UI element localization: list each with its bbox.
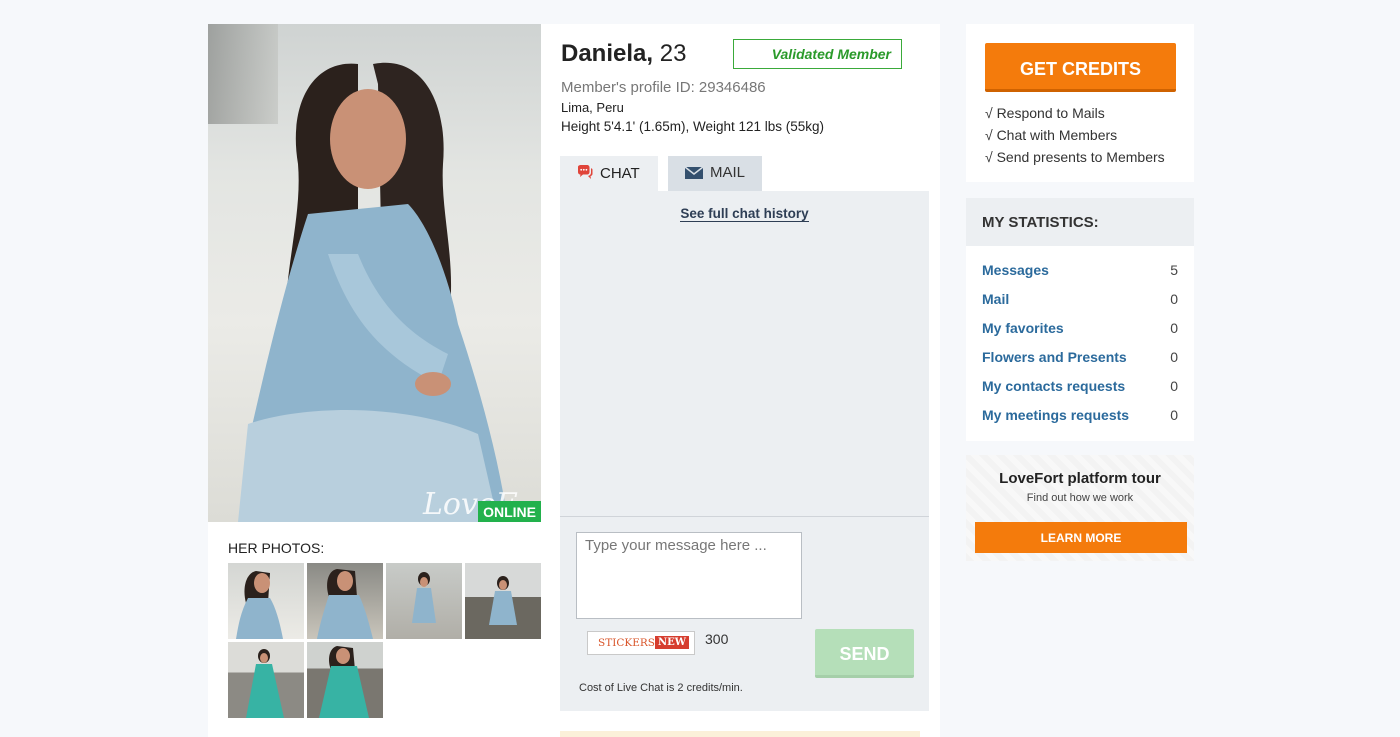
chat-cost-note: Cost of Live Chat is 2 credits/min. [579, 682, 743, 694]
stat-row-messages[interactable]: Messages 5 [982, 262, 1178, 278]
new-badge: NEW [655, 636, 689, 649]
stat-label[interactable]: Flowers and Presents [982, 349, 1127, 365]
stat-row-mail[interactable]: Mail 0 [982, 291, 1178, 307]
profile-name: Daniela, [561, 40, 654, 67]
photo-thumbnail[interactable] [228, 563, 304, 639]
stat-value: 5 [1170, 262, 1178, 278]
stat-value: 0 [1170, 320, 1178, 336]
tour-title: LoveFort platform tour [999, 470, 1161, 487]
photo-thumbnail[interactable] [228, 642, 304, 718]
photo-thumbnail[interactable] [465, 563, 541, 639]
see-full-chat-history-link[interactable]: See full chat history [680, 206, 809, 222]
stat-value: 0 [1170, 349, 1178, 365]
chat-history-link-row: See full chat history [560, 206, 929, 222]
profile-chat-column: Daniela, 23 Validated Member Member's pr… [541, 24, 940, 737]
chat-bubble-icon [578, 165, 593, 179]
benefit-item: √ Chat with Members [985, 127, 1118, 143]
stat-label[interactable]: My meetings requests [982, 407, 1129, 423]
stat-value: 0 [1170, 291, 1178, 307]
chat-panel: See full chat history STICKERS NEW 300 S… [560, 191, 929, 711]
character-counter: 300 [705, 631, 729, 647]
stat-value: 0 [1170, 378, 1178, 394]
stickers-label: STICKERS [598, 637, 655, 649]
stat-label[interactable]: Messages [982, 262, 1049, 278]
validated-member-badge: Validated Member [733, 39, 902, 69]
tour-subtitle: Find out how we work [1026, 492, 1134, 504]
benefit-item: √ Send presents to Members [985, 149, 1165, 165]
stat-row-meetings-requests[interactable]: My meetings requests 0 [982, 407, 1178, 423]
tab-mail-label: MAIL [710, 164, 746, 181]
profile-age: 23 [659, 40, 687, 67]
chat-divider [560, 516, 929, 517]
stat-label[interactable]: My favorites [982, 320, 1064, 336]
profile-name-row: Daniela, 23 [561, 40, 686, 68]
online-status-badge: ONLINE [478, 501, 541, 522]
stat-row-flowers-presents[interactable]: Flowers and Presents 0 [982, 349, 1178, 365]
photo-thumbnail[interactable] [307, 563, 383, 639]
stat-label[interactable]: Mail [982, 291, 1009, 307]
stat-value: 0 [1170, 407, 1178, 423]
get-credits-button[interactable]: GET CREDITS [985, 43, 1176, 92]
stat-row-favorites[interactable]: My favorites 0 [982, 320, 1178, 336]
stat-row-contacts-requests[interactable]: My contacts requests 0 [982, 378, 1178, 394]
her-photos-heading: HER PHOTOS: [228, 540, 325, 556]
statistics-heading: MY STATISTICS: [966, 198, 1194, 246]
profile-id: Member's profile ID: 29346486 [561, 79, 766, 96]
statistics-panel: MY STATISTICS: Messages 5 Mail 0 My favo… [966, 198, 1194, 441]
photo-thumbnail[interactable] [307, 642, 383, 718]
credits-panel: GET CREDITS √ Respond to Mails √ Chat wi… [966, 24, 1194, 182]
profile-location: Lima, Peru [561, 100, 624, 115]
stat-label[interactable]: My contacts requests [982, 378, 1125, 394]
stickers-button[interactable]: STICKERS NEW [587, 631, 695, 655]
message-input[interactable] [576, 532, 802, 619]
woman-silhouette-image [238, 62, 508, 522]
profile-photo-column: LoveF ONLINE HER PHOTOS: [208, 24, 541, 737]
tab-chat-label: CHAT [600, 165, 640, 182]
tab-mail[interactable]: MAIL [668, 156, 762, 191]
send-button[interactable]: SEND [815, 629, 914, 678]
benefit-item: √ Respond to Mails [985, 105, 1105, 121]
envelope-icon [684, 166, 704, 179]
learn-more-button[interactable]: LEARN MORE [975, 522, 1187, 553]
platform-tour-panel: LoveFort platform tour Find out how we w… [966, 455, 1194, 561]
profile-height-weight: Height 5'4.1' (1.65m), Weight 121 lbs (5… [561, 119, 825, 134]
main-profile-photo[interactable]: LoveF ONLINE [208, 24, 541, 522]
notice-strip [560, 731, 920, 737]
photo-thumbnail[interactable] [386, 563, 462, 639]
tab-chat[interactable]: CHAT [560, 156, 658, 191]
